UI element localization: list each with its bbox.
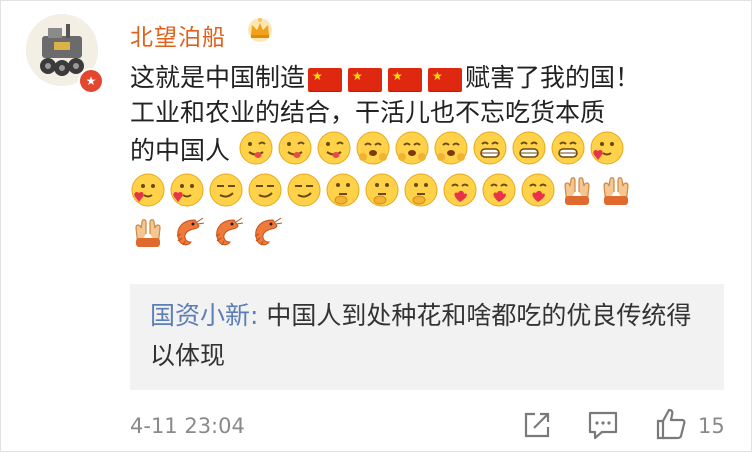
clap-hands-emoji-icon [559, 172, 595, 208]
comment-content: 这就是中国制造 ★ ★ ★ ★ 赋害了我的国！ 工业和农业的结合，干活儿也不忘吃货本质 的… [130, 60, 720, 256]
comment-text-line-2: 工业和农业的结合，干活儿也不忘吃货本质 [130, 98, 606, 127]
china-flag-icon: ★ [388, 67, 423, 91]
crown-icon [248, 18, 272, 42]
tongue-face-emoji-icon [277, 130, 313, 166]
smirk-face-emoji-icon [247, 172, 283, 208]
reply-text: 国资小新: 中国人到处种花和啥都吃的优良传统得以体现 [150, 296, 710, 376]
shrimp-emoji-icon [169, 214, 205, 250]
comment-text-line-3: 的中国人 [130, 136, 231, 165]
hug-face-emoji-icon [433, 130, 469, 166]
china-flag-icon: ★ [348, 67, 383, 91]
grin-face-emoji-icon [472, 130, 508, 166]
timestamp: 4-11 23:04 [130, 414, 245, 438]
reply-box[interactable]: 国资小新: 中国人到处种花和啥都吃的优良传统得以体现 [130, 284, 724, 390]
flag-emoji-group: ★ ★ ★ ★ [305, 61, 465, 95]
grin-face-emoji-icon [511, 130, 547, 166]
emoji-row [238, 131, 628, 165]
heart-face-emoji-icon [169, 172, 205, 208]
reply-separator: : [250, 301, 267, 330]
thinking-face-emoji-icon [325, 172, 361, 208]
clap-hands-emoji-icon [130, 214, 166, 250]
verified-badge-icon: ★ [78, 68, 104, 94]
tongue-face-emoji-icon [316, 130, 352, 166]
heart-face-emoji-icon [130, 172, 166, 208]
hug-face-emoji-icon [355, 130, 391, 166]
comment-text-part-2: 赋害了我的国！ [465, 63, 641, 92]
thinking-face-emoji-icon [403, 172, 439, 208]
comment-line-2: 工业和农业的结合，干活儿也不忘吃货本质 [130, 95, 720, 130]
reply-username[interactable]: 国资小新 [150, 301, 250, 330]
comment-username[interactable]: 北望泊船 [130, 18, 226, 52]
emoji-line-4 [130, 172, 720, 214]
grin-face-emoji-icon [550, 130, 586, 166]
smirk-face-emoji-icon [286, 172, 322, 208]
comment-text-part-1: 这就是中国制造 [130, 63, 306, 92]
shrimp-emoji-icon [247, 214, 283, 250]
thinking-face-emoji-icon [364, 172, 400, 208]
clap-hands-emoji-icon [598, 172, 634, 208]
like-count: 15 [698, 414, 725, 438]
china-flag-icon: ★ [428, 67, 463, 91]
smirk-face-emoji-icon [208, 172, 244, 208]
love-face-emoji-icon [481, 172, 517, 208]
comment-line-3: 的中国人 [130, 130, 720, 172]
thumbs-up-icon[interactable] [654, 406, 688, 442]
comment-line-1: 这就是中国制造 ★ ★ ★ ★ 赋害了我的国！ [130, 60, 720, 95]
shrimp-emoji-icon [208, 214, 244, 250]
love-face-emoji-icon [442, 172, 478, 208]
heart-face-emoji-icon [589, 130, 625, 166]
china-flag-icon: ★ [308, 67, 343, 91]
tongue-face-emoji-icon [238, 130, 274, 166]
emoji-line-5 [130, 214, 720, 256]
share-icon[interactable] [520, 406, 554, 442]
hug-face-emoji-icon [394, 130, 430, 166]
comment-icon[interactable] [586, 406, 620, 442]
love-face-emoji-icon [520, 172, 556, 208]
